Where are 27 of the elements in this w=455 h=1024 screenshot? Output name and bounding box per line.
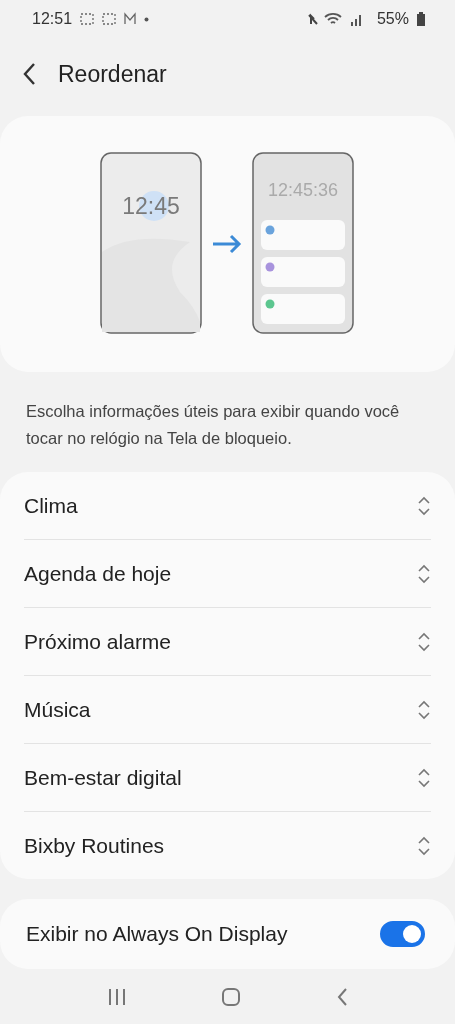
list-item[interactable]: Bixby Routines <box>24 833 165 858</box>
battery-percentage: 55% <box>376 10 409 28</box>
reorder-icon[interactable] <box>417 562 431 585</box>
screenshot-icon <box>80 12 95 26</box>
list-item[interactable]: Clima <box>24 493 78 518</box>
dot-icon <box>144 16 150 22</box>
back-icon[interactable] <box>22 62 36 86</box>
list-item[interactable]: Próximo alarme <box>24 629 172 654</box>
toggle-switch[interactable] <box>380 921 425 947</box>
list-item[interactable]: Música <box>24 697 91 722</box>
toggle-label: Exibir no Always On Display <box>26 922 288 946</box>
reorder-icon[interactable] <box>417 494 431 517</box>
battery-icon <box>417 12 425 26</box>
reorder-icon[interactable] <box>417 630 431 653</box>
reorder-icon[interactable] <box>417 698 431 721</box>
screenshot-icon <box>102 12 117 26</box>
lock-screen-illustration: 12:45 12:45:36 <box>100 152 360 336</box>
list-item[interactable]: Agenda de hoje <box>24 561 172 586</box>
page-title: Reordenar <box>58 60 167 88</box>
status-time: 12:51 <box>32 10 73 28</box>
description-text: Escolha informações úteis para exibir quando você tocar no relógio na Tela de bloqueio. <box>25 401 401 449</box>
list-item[interactable]: Bem-estar digital <box>24 765 182 790</box>
reorder-icon[interactable] <box>417 766 431 789</box>
reorder-icon[interactable] <box>417 834 431 857</box>
mail-icon <box>124 12 137 26</box>
recent-apps-icon[interactable] <box>107 988 128 1006</box>
home-icon[interactable] <box>221 987 242 1007</box>
